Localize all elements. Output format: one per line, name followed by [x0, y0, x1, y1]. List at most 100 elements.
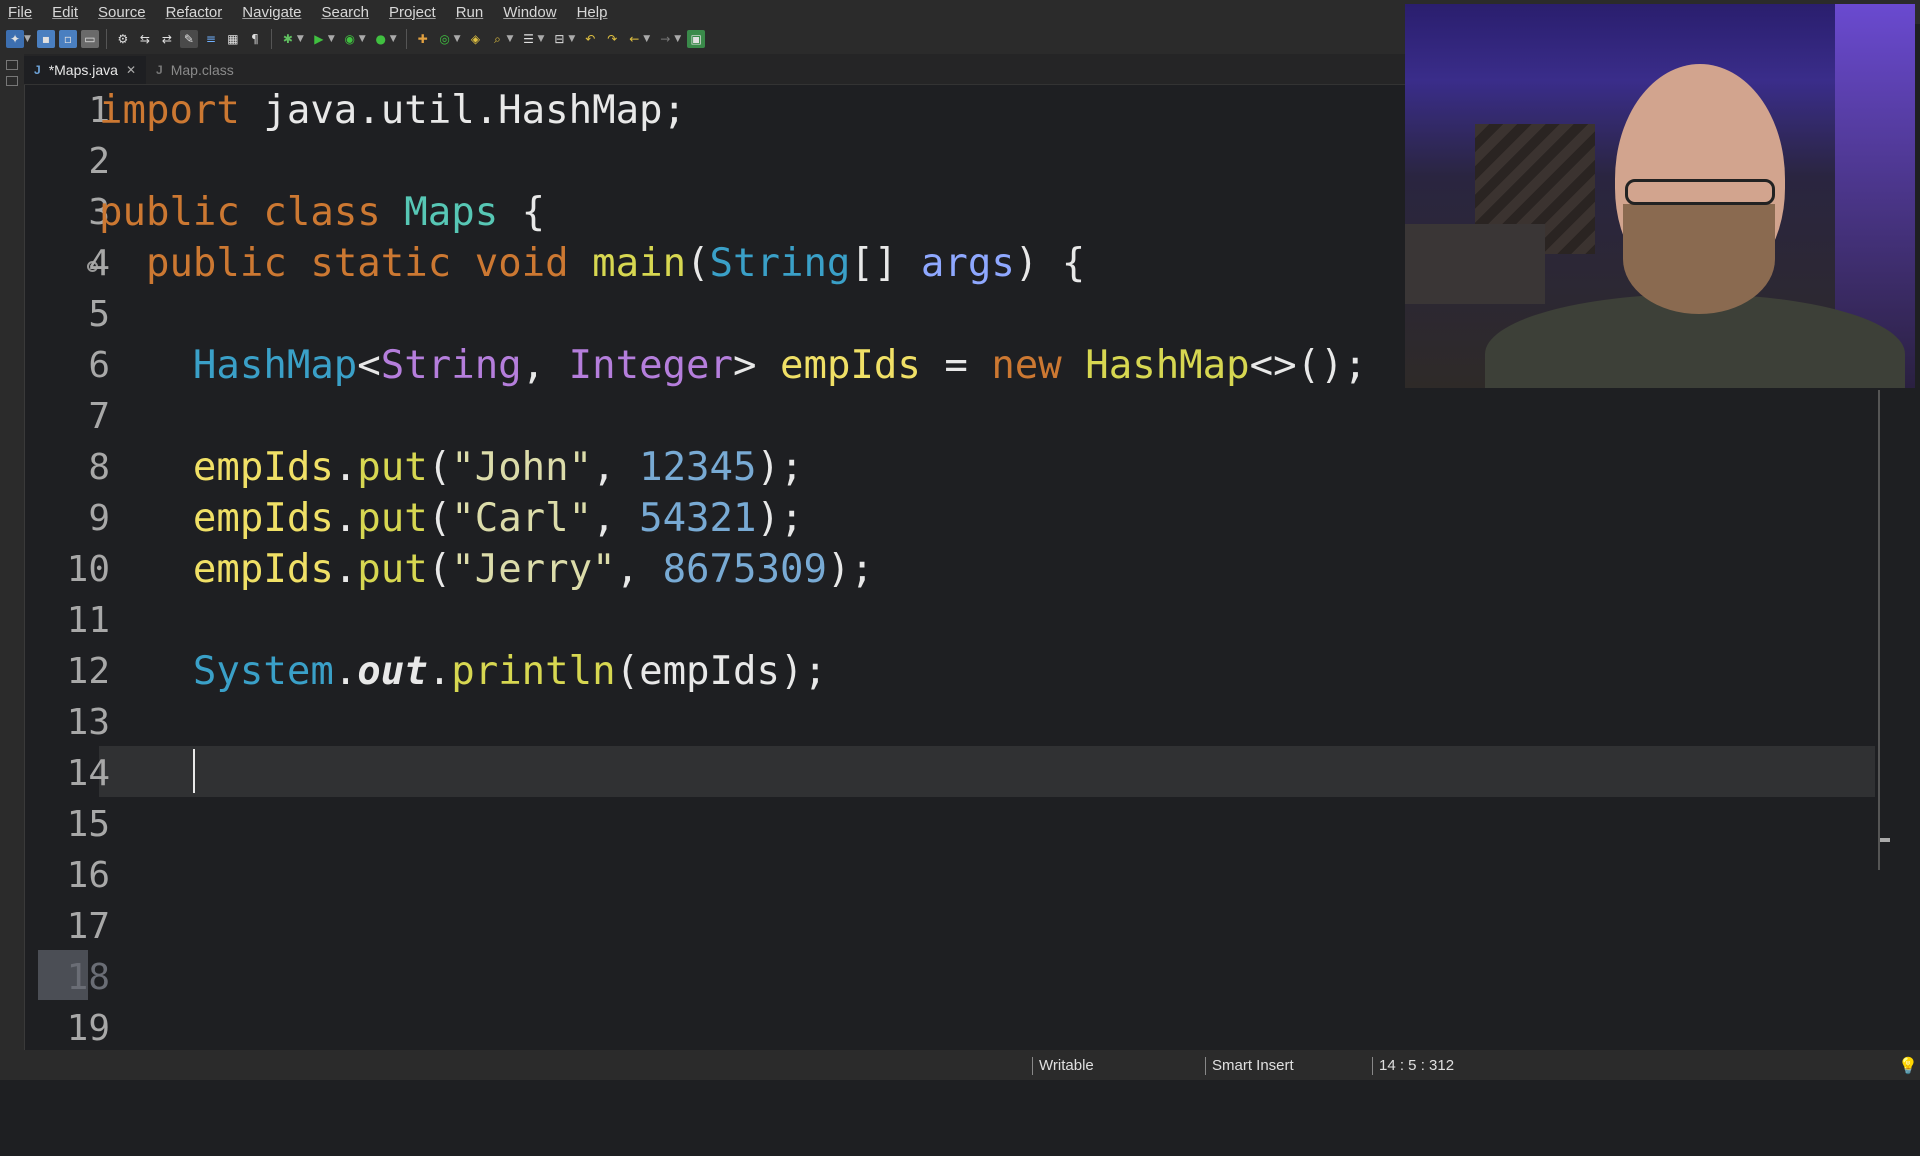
code-line: 17 — [25, 901, 1880, 952]
tab-label: *Maps.java — [48, 62, 118, 78]
code-token: . — [333, 496, 358, 541]
tab-maps-java[interactable]: J *Maps.java ✕ — [24, 56, 147, 84]
menu-edit[interactable]: Edit — [44, 4, 90, 21]
new-dropdown-icon[interactable]: ▼ — [24, 34, 31, 44]
forward-dropdown-icon[interactable]: ▼ — [674, 34, 681, 44]
toggle-edit-icon[interactable]: ✎ — [179, 30, 198, 48]
menu-source[interactable]: Source — [90, 4, 158, 21]
toggle-breadcrumb-icon[interactable]: ⇆ — [136, 30, 154, 48]
print-icon[interactable]: ▭ — [80, 30, 99, 48]
status-insert-mode[interactable]: Smart Insert — [1205, 1057, 1294, 1075]
open-type-icon[interactable]: ◈ — [467, 30, 485, 48]
prev-annotation-icon[interactable]: ↶ — [581, 30, 599, 48]
new-class-dropdown-icon[interactable]: ▼ — [454, 34, 461, 44]
code-token: put — [357, 445, 428, 490]
build-icon[interactable]: ⚙ — [114, 30, 132, 48]
code-token: println — [451, 649, 616, 694]
open-task-icon[interactable]: ☰ — [519, 30, 537, 48]
code-token: out — [357, 649, 428, 694]
new-class-icon[interactable]: ◎ — [436, 30, 454, 48]
overview-ruler-marker[interactable] — [1880, 838, 1890, 842]
code-token: args — [920, 241, 1015, 286]
lightbulb-icon[interactable]: 💡 — [1898, 1056, 1918, 1076]
menu-project[interactable]: Project — [381, 4, 448, 21]
menu-file[interactable]: File — [0, 4, 44, 21]
class-file-icon: J — [156, 63, 163, 77]
menu-navigate[interactable]: Navigate — [234, 4, 313, 21]
back-dropdown-icon[interactable]: ▼ — [643, 34, 650, 44]
debug-dropdown-icon[interactable]: ▼ — [297, 34, 304, 44]
menu-run[interactable]: Run — [448, 4, 496, 21]
code-token: new — [991, 343, 1062, 388]
webcam-shelf — [1405, 224, 1545, 304]
debug-icon[interactable]: ✱ — [279, 30, 297, 48]
status-bar: Writable Smart Insert 14 : 5 : 312 💡 — [0, 1050, 1920, 1080]
code-token: String — [709, 241, 851, 286]
status-writable: Writable — [1032, 1057, 1094, 1075]
code-token: put — [357, 547, 428, 592]
menu-window[interactable]: Window — [495, 4, 568, 21]
next-annotation-icon[interactable]: ↷ — [603, 30, 621, 48]
toolbar-separator — [405, 29, 407, 49]
code-token: java.util.HashMap; — [239, 88, 687, 133]
save-all-icon[interactable]: ▫ — [58, 30, 77, 48]
word-wrap-icon[interactable]: ≡ — [202, 30, 220, 48]
menu-help[interactable]: Help — [569, 4, 620, 21]
line-number: 18 — [66, 957, 110, 998]
code-token: (empIds); — [615, 649, 827, 694]
line-number: 7 — [88, 396, 110, 437]
new-icon[interactable]: ✦ — [6, 30, 24, 48]
coverage-icon[interactable]: ◉ — [341, 30, 359, 48]
code-token: HashMap — [192, 343, 358, 388]
show-whitespace-icon[interactable]: ¶ — [246, 30, 264, 48]
new-java-project-icon[interactable]: ✚ — [414, 30, 432, 48]
task-dropdown-icon[interactable]: ▼ — [537, 34, 544, 44]
coverage-dropdown-icon[interactable]: ▼ — [359, 34, 366, 44]
restore-icon[interactable] — [6, 76, 18, 86]
search-icon[interactable]: ⌕ — [489, 30, 507, 48]
toggle-mark-icon[interactable]: ⇄ — [158, 30, 176, 48]
code-line: 7 — [25, 391, 1880, 442]
code-token: HashMap — [1085, 343, 1250, 388]
save-icon[interactable]: ▪ — [36, 30, 55, 48]
forward-icon[interactable]: → — [656, 30, 674, 48]
tab-map-class[interactable]: J Map.class — [146, 56, 244, 84]
vertical-scrollbar[interactable] — [1878, 390, 1880, 870]
code-token: empIds — [192, 496, 334, 541]
code-token: "John" — [451, 445, 593, 490]
run-icon[interactable]: ▶ — [310, 30, 328, 48]
minimize-icon[interactable] — [6, 60, 18, 70]
status-cursor-position: 14 : 5 : 312 — [1372, 1057, 1454, 1075]
code-token: class — [263, 190, 381, 235]
code-token: ( — [686, 241, 710, 286]
toolbar-separator — [105, 29, 107, 49]
line-number: 17 — [66, 906, 110, 947]
search-dropdown-icon[interactable]: ▼ — [507, 34, 514, 44]
code-token: String — [380, 343, 522, 388]
annotation-dropdown-icon[interactable]: ▼ — [568, 34, 575, 44]
code-token: System — [192, 649, 334, 694]
back-icon[interactable]: ← — [625, 30, 643, 48]
code-token: = — [920, 343, 992, 388]
annotation-icon[interactable]: ⊟ — [550, 30, 568, 48]
code-line: 13 — [25, 697, 1880, 748]
block-select-icon[interactable]: ▦ — [224, 30, 242, 48]
external-tools-icon[interactable]: ● — [372, 30, 390, 48]
menu-refactor[interactable]: Refactor — [158, 4, 235, 21]
pin-editor-icon[interactable]: ▣ — [687, 30, 706, 48]
code-token: ) { — [1014, 241, 1086, 286]
left-side-strip — [0, 54, 25, 1050]
presenter-beard — [1623, 204, 1775, 314]
external-tools-dropdown-icon[interactable]: ▼ — [390, 34, 397, 44]
code-token: Integer — [568, 343, 734, 388]
code-token: , — [615, 547, 663, 592]
line-number: 11 — [66, 600, 110, 641]
code-token: < — [357, 343, 381, 388]
menu-search[interactable]: Search — [313, 4, 381, 21]
run-dropdown-icon[interactable]: ▼ — [328, 34, 335, 44]
code-line: 10 empIds.put("Jerry", 8675309); — [25, 544, 1880, 595]
code-token: ( — [427, 445, 452, 490]
close-icon[interactable]: ✕ — [126, 63, 136, 77]
java-file-icon: J — [34, 63, 41, 77]
